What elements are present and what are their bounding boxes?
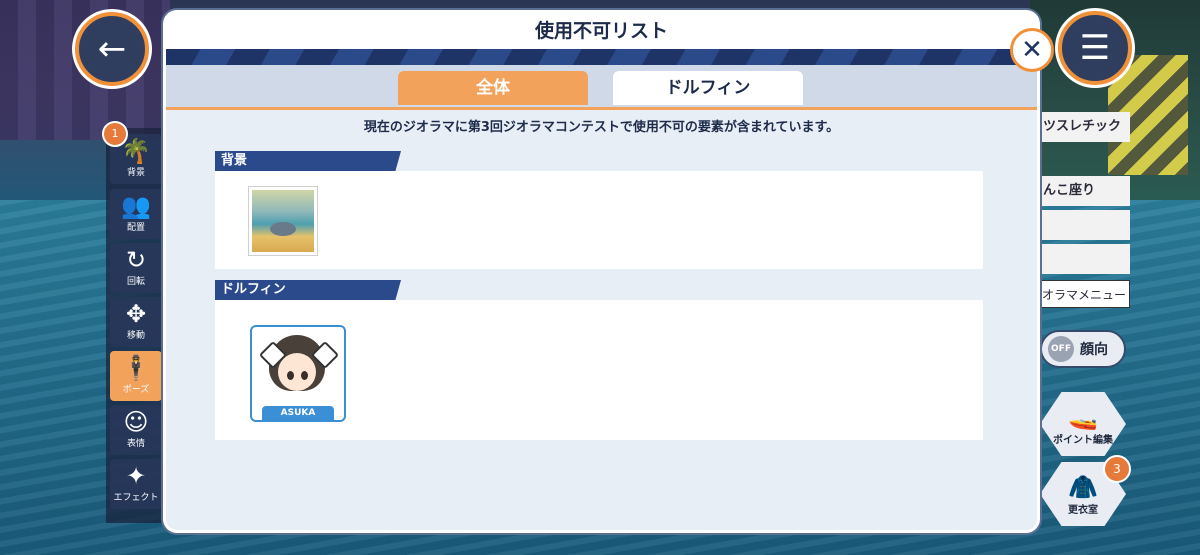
tool-placement[interactable]: 👥 配置 xyxy=(110,189,162,239)
background-image xyxy=(252,190,314,252)
people-icon: 👥 xyxy=(121,192,151,220)
rotate-icon: ↻ xyxy=(125,246,147,274)
tool-expression[interactable]: ☺ 表情 xyxy=(110,405,162,455)
tool-rotate[interactable]: ↻ 回転 xyxy=(110,243,162,293)
character-name: ASUKA xyxy=(262,406,334,420)
character-portrait xyxy=(258,335,340,399)
diorama-menu-button[interactable]: オラマメニュー xyxy=(1035,280,1130,308)
jacket-icon: 🧥 xyxy=(1068,472,1098,501)
tool-pose[interactable]: 🕴 ポーズ xyxy=(110,351,162,401)
dialog-title: 使用不可リスト xyxy=(534,20,668,42)
right-item-4[interactable] xyxy=(1035,244,1130,274)
hamburger-icon: ☰ xyxy=(1079,28,1111,68)
background-thumbnail[interactable] xyxy=(248,186,318,256)
face-icon: ☺ xyxy=(123,408,149,436)
section-header-background: 背景 xyxy=(215,151,401,171)
tool-badge: 1 xyxy=(102,121,128,147)
unusable-list-dialog: 使用不可リスト 全体 ドルフィン 現在のジオラマに第3回ジオラマコンテストで使用… xyxy=(163,10,1040,533)
tool-effect[interactable]: ✦ エフェクト xyxy=(110,459,162,509)
arrow-left-icon: ← xyxy=(97,29,127,69)
close-button[interactable]: ✕ xyxy=(1010,28,1054,72)
character-card[interactable]: ASUKA xyxy=(250,325,346,422)
tab-dolphin[interactable]: ドルフィン xyxy=(613,71,803,105)
sparkle-icon: ✦ xyxy=(125,462,147,490)
wardrobe-badge: 3 xyxy=(1103,455,1131,483)
pose-icon: 🕴 xyxy=(121,354,151,382)
tab-bar: 全体 ドルフィン xyxy=(166,65,1037,110)
move-icon: ✥ xyxy=(125,300,147,328)
right-item-1[interactable]: ツスレチック xyxy=(1035,112,1130,142)
face-toggle-label: 顔向 xyxy=(1080,342,1108,358)
right-item-2[interactable]: んこ座り xyxy=(1035,176,1130,206)
tool-move[interactable]: ✥ 移動 xyxy=(110,297,162,347)
header-stripe xyxy=(166,49,1037,65)
menu-button[interactable]: ☰ xyxy=(1058,11,1132,85)
section-header-dolphin: ドルフィン xyxy=(215,280,401,300)
close-icon: ✕ xyxy=(1021,35,1043,65)
toggle-state: OFF xyxy=(1048,336,1074,362)
face-direction-toggle[interactable]: OFF 顔向 xyxy=(1040,330,1126,368)
tab-all[interactable]: 全体 xyxy=(398,71,588,105)
back-button[interactable]: ← xyxy=(75,12,149,86)
right-item-3[interactable] xyxy=(1035,210,1130,240)
jetski-icon: 🚤 xyxy=(1068,402,1098,431)
notice-text: 現在のジオラマに第3回ジオラマコンテストで使用不可の要素が含まれています。 xyxy=(363,120,840,135)
section-body-background xyxy=(215,171,983,269)
